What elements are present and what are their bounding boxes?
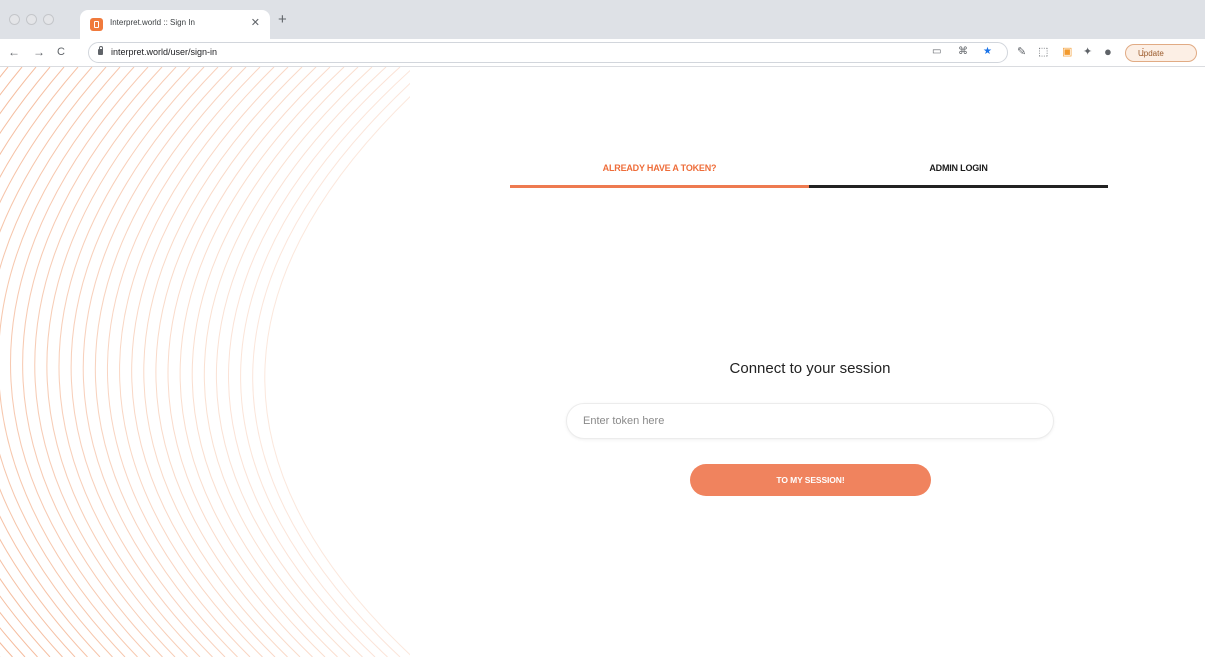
curved-lines-graphic bbox=[0, 67, 410, 657]
decorative-line-art bbox=[0, 67, 410, 657]
extension-orange-icon[interactable]: ▣ bbox=[1062, 45, 1072, 58]
decorative-curve bbox=[0, 67, 138, 657]
menu-dots-icon: ⋮ bbox=[1138, 47, 1148, 58]
tab-token[interactable]: ALREADY HAVE A TOKEN? bbox=[510, 150, 809, 188]
lock-icon[interactable] bbox=[98, 46, 103, 55]
decorative-curve bbox=[264, 96, 410, 656]
decorative-curve bbox=[82, 67, 233, 657]
command-icon[interactable]: ⌘ bbox=[958, 46, 968, 57]
login-tabs: ALREADY HAVE A TOKEN? ADMIN LOGIN bbox=[510, 150, 1108, 188]
decorative-curve bbox=[143, 67, 303, 657]
page-heading: Connect to your session bbox=[729, 360, 891, 377]
tab-admin-login[interactable]: ADMIN LOGIN bbox=[809, 150, 1108, 188]
browser-tab[interactable]: Interpret.world :: Sign In ✕ bbox=[80, 10, 270, 39]
decorative-curve bbox=[22, 67, 163, 657]
decorative-curve bbox=[0, 67, 126, 657]
screenshot-icon[interactable]: ⬚ bbox=[1038, 45, 1048, 58]
decorative-curve bbox=[0, 67, 51, 657]
window-minimize-dot[interactable] bbox=[26, 14, 37, 25]
reload-icon[interactable]: C bbox=[57, 45, 65, 59]
decorative-curve bbox=[0, 67, 63, 657]
new-tab-plus-icon[interactable]: + bbox=[278, 12, 287, 27]
decorative-curve bbox=[0, 67, 101, 657]
forward-arrow-icon[interactable]: → bbox=[33, 45, 45, 59]
decorative-curve bbox=[10, 67, 151, 657]
browser-tab-strip: Interpret.world :: Sign In ✕ + bbox=[0, 0, 1205, 39]
close-icon[interactable]: ✕ bbox=[251, 16, 260, 29]
window-maximize-dot[interactable] bbox=[43, 14, 54, 25]
decorative-curve bbox=[216, 67, 387, 657]
decorative-curve bbox=[0, 67, 76, 657]
star-bookmark-icon[interactable]: ★ bbox=[983, 46, 992, 57]
profile-avatar-icon[interactable]: ● bbox=[1104, 44, 1112, 59]
back-arrow-icon[interactable]: ← bbox=[8, 45, 20, 59]
decorative-curve bbox=[228, 67, 401, 657]
decorative-curve bbox=[0, 67, 88, 657]
puzzle-icon[interactable]: ✦ bbox=[1083, 45, 1092, 58]
decorative-curve bbox=[70, 67, 219, 657]
decorative-curve bbox=[204, 67, 373, 657]
decorative-curve bbox=[240, 70, 410, 657]
decorative-curve bbox=[34, 67, 177, 657]
url-text[interactable]: interpret.world/user/sign-in bbox=[111, 47, 217, 57]
token-input[interactable] bbox=[566, 403, 1054, 439]
tab-title: Interpret.world :: Sign In bbox=[110, 18, 195, 27]
update-button[interactable]: Update ⋮ bbox=[1125, 44, 1197, 62]
address-bar[interactable]: interpret.world/user/sign-in ▭ ⌘ ★ bbox=[88, 42, 1008, 63]
window-close-dot[interactable] bbox=[9, 14, 20, 25]
interpret-favicon-icon bbox=[90, 18, 103, 31]
decorative-curve bbox=[131, 67, 289, 657]
cast-icon[interactable]: ▭ bbox=[932, 46, 941, 57]
to-my-session-button[interactable]: TO MY SESSION! bbox=[690, 464, 931, 496]
eyedropper-icon[interactable]: ✎ bbox=[1017, 45, 1026, 58]
